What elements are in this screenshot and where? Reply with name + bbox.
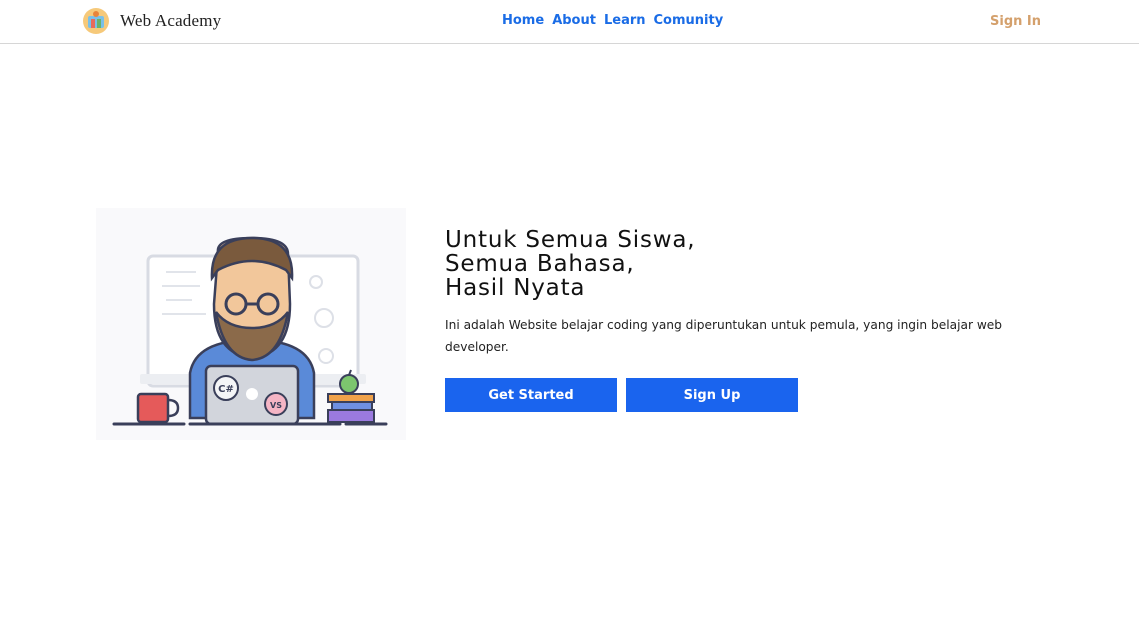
headline-line-2: Semua Bahasa, <box>445 251 635 277</box>
get-started-button[interactable]: Get Started <box>445 378 617 412</box>
developer-at-laptop-illustration: C# VS <box>96 208 406 440</box>
laptop-sticker-vs: VS <box>270 401 282 410</box>
brand-name: Web Academy <box>120 11 222 30</box>
nav-link-home[interactable]: Home <box>502 13 544 28</box>
headline-line-1: Untuk Semua Siswa, <box>445 227 696 253</box>
sign-up-button[interactable]: Sign Up <box>626 378 798 412</box>
hero-headline: Untuk Semua Siswa, Semua Bahasa, Hasil N… <box>445 228 1025 300</box>
sign-in-link[interactable]: Sign In <box>990 14 1041 29</box>
top-navbar: Web Academy Home About Learn Comunity Si… <box>0 0 1139 44</box>
nav-link-community[interactable]: Comunity <box>654 13 724 28</box>
nav-link-about[interactable]: About <box>552 13 596 28</box>
hero-actions: Get Started Sign Up <box>445 378 798 412</box>
headline-line-3: Hasil Nyata <box>445 275 586 301</box>
laptop-sticker-csharp: C# <box>218 384 234 395</box>
academy-logo-icon <box>83 8 109 34</box>
main-nav: Home About Learn Comunity <box>502 13 723 28</box>
hero-description: Ini adalah Website belajar coding yang d… <box>445 318 1003 354</box>
brand[interactable]: Web Academy <box>82 5 221 37</box>
nav-link-learn[interactable]: Learn <box>604 13 646 28</box>
hero-text: Untuk Semua Siswa, Semua Bahasa, Hasil N… <box>445 228 1025 358</box>
